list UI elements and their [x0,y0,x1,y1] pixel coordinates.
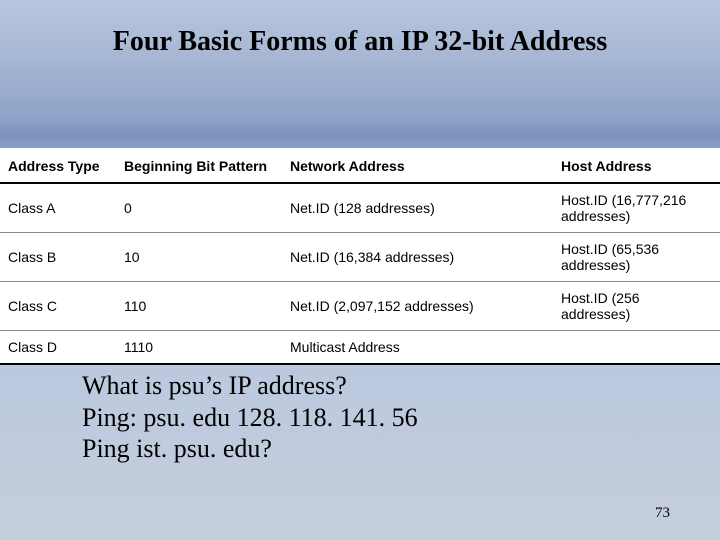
table-row: Class B 10 Net.ID (16,384 addresses) Hos… [0,233,720,282]
body-text: What is psu’s IP address? Ping: psu. edu… [82,370,418,465]
cell-type: Class B [0,233,116,282]
table-header-row: Address Type Beginning Bit Pattern Netwo… [0,148,720,183]
cell-bit: 10 [116,233,282,282]
cell-host [553,331,720,365]
cell-bit: 1110 [116,331,282,365]
cell-type: Class A [0,183,116,233]
page-number: 73 [655,505,670,522]
col-host-address: Host Address [553,148,720,183]
col-beginning-bit: Beginning Bit Pattern [116,148,282,183]
cell-net: Net.ID (16,384 addresses) [282,233,553,282]
body-line-2: Ping: psu. edu 128. 118. 141. 56 [82,402,418,434]
cell-host: Host.ID (256 addresses) [553,282,720,331]
body-line-3: Ping ist. psu. edu? [82,433,418,465]
table-row: Class A 0 Net.ID (128 addresses) Host.ID… [0,183,720,233]
table-row: Class D 1110 Multicast Address [0,331,720,365]
col-network-address: Network Address [282,148,553,183]
cell-net: Net.ID (128 addresses) [282,183,553,233]
ip-address-table: Address Type Beginning Bit Pattern Netwo… [0,148,720,365]
table-row: Class C 110 Net.ID (2,097,152 addresses)… [0,282,720,331]
slide: Four Basic Forms of an IP 32-bit Address… [0,0,720,540]
cell-type: Class C [0,282,116,331]
slide-title: Four Basic Forms of an IP 32-bit Address [0,26,720,58]
cell-type: Class D [0,331,116,365]
cell-net: Net.ID (2,097,152 addresses) [282,282,553,331]
cell-bit: 0 [116,183,282,233]
table: Address Type Beginning Bit Pattern Netwo… [0,148,720,365]
cell-host: Host.ID (16,777,216 addresses) [553,183,720,233]
cell-bit: 110 [116,282,282,331]
col-address-type: Address Type [0,148,116,183]
body-line-1: What is psu’s IP address? [82,370,418,402]
cell-net: Multicast Address [282,331,553,365]
cell-host: Host.ID (65,536 addresses) [553,233,720,282]
